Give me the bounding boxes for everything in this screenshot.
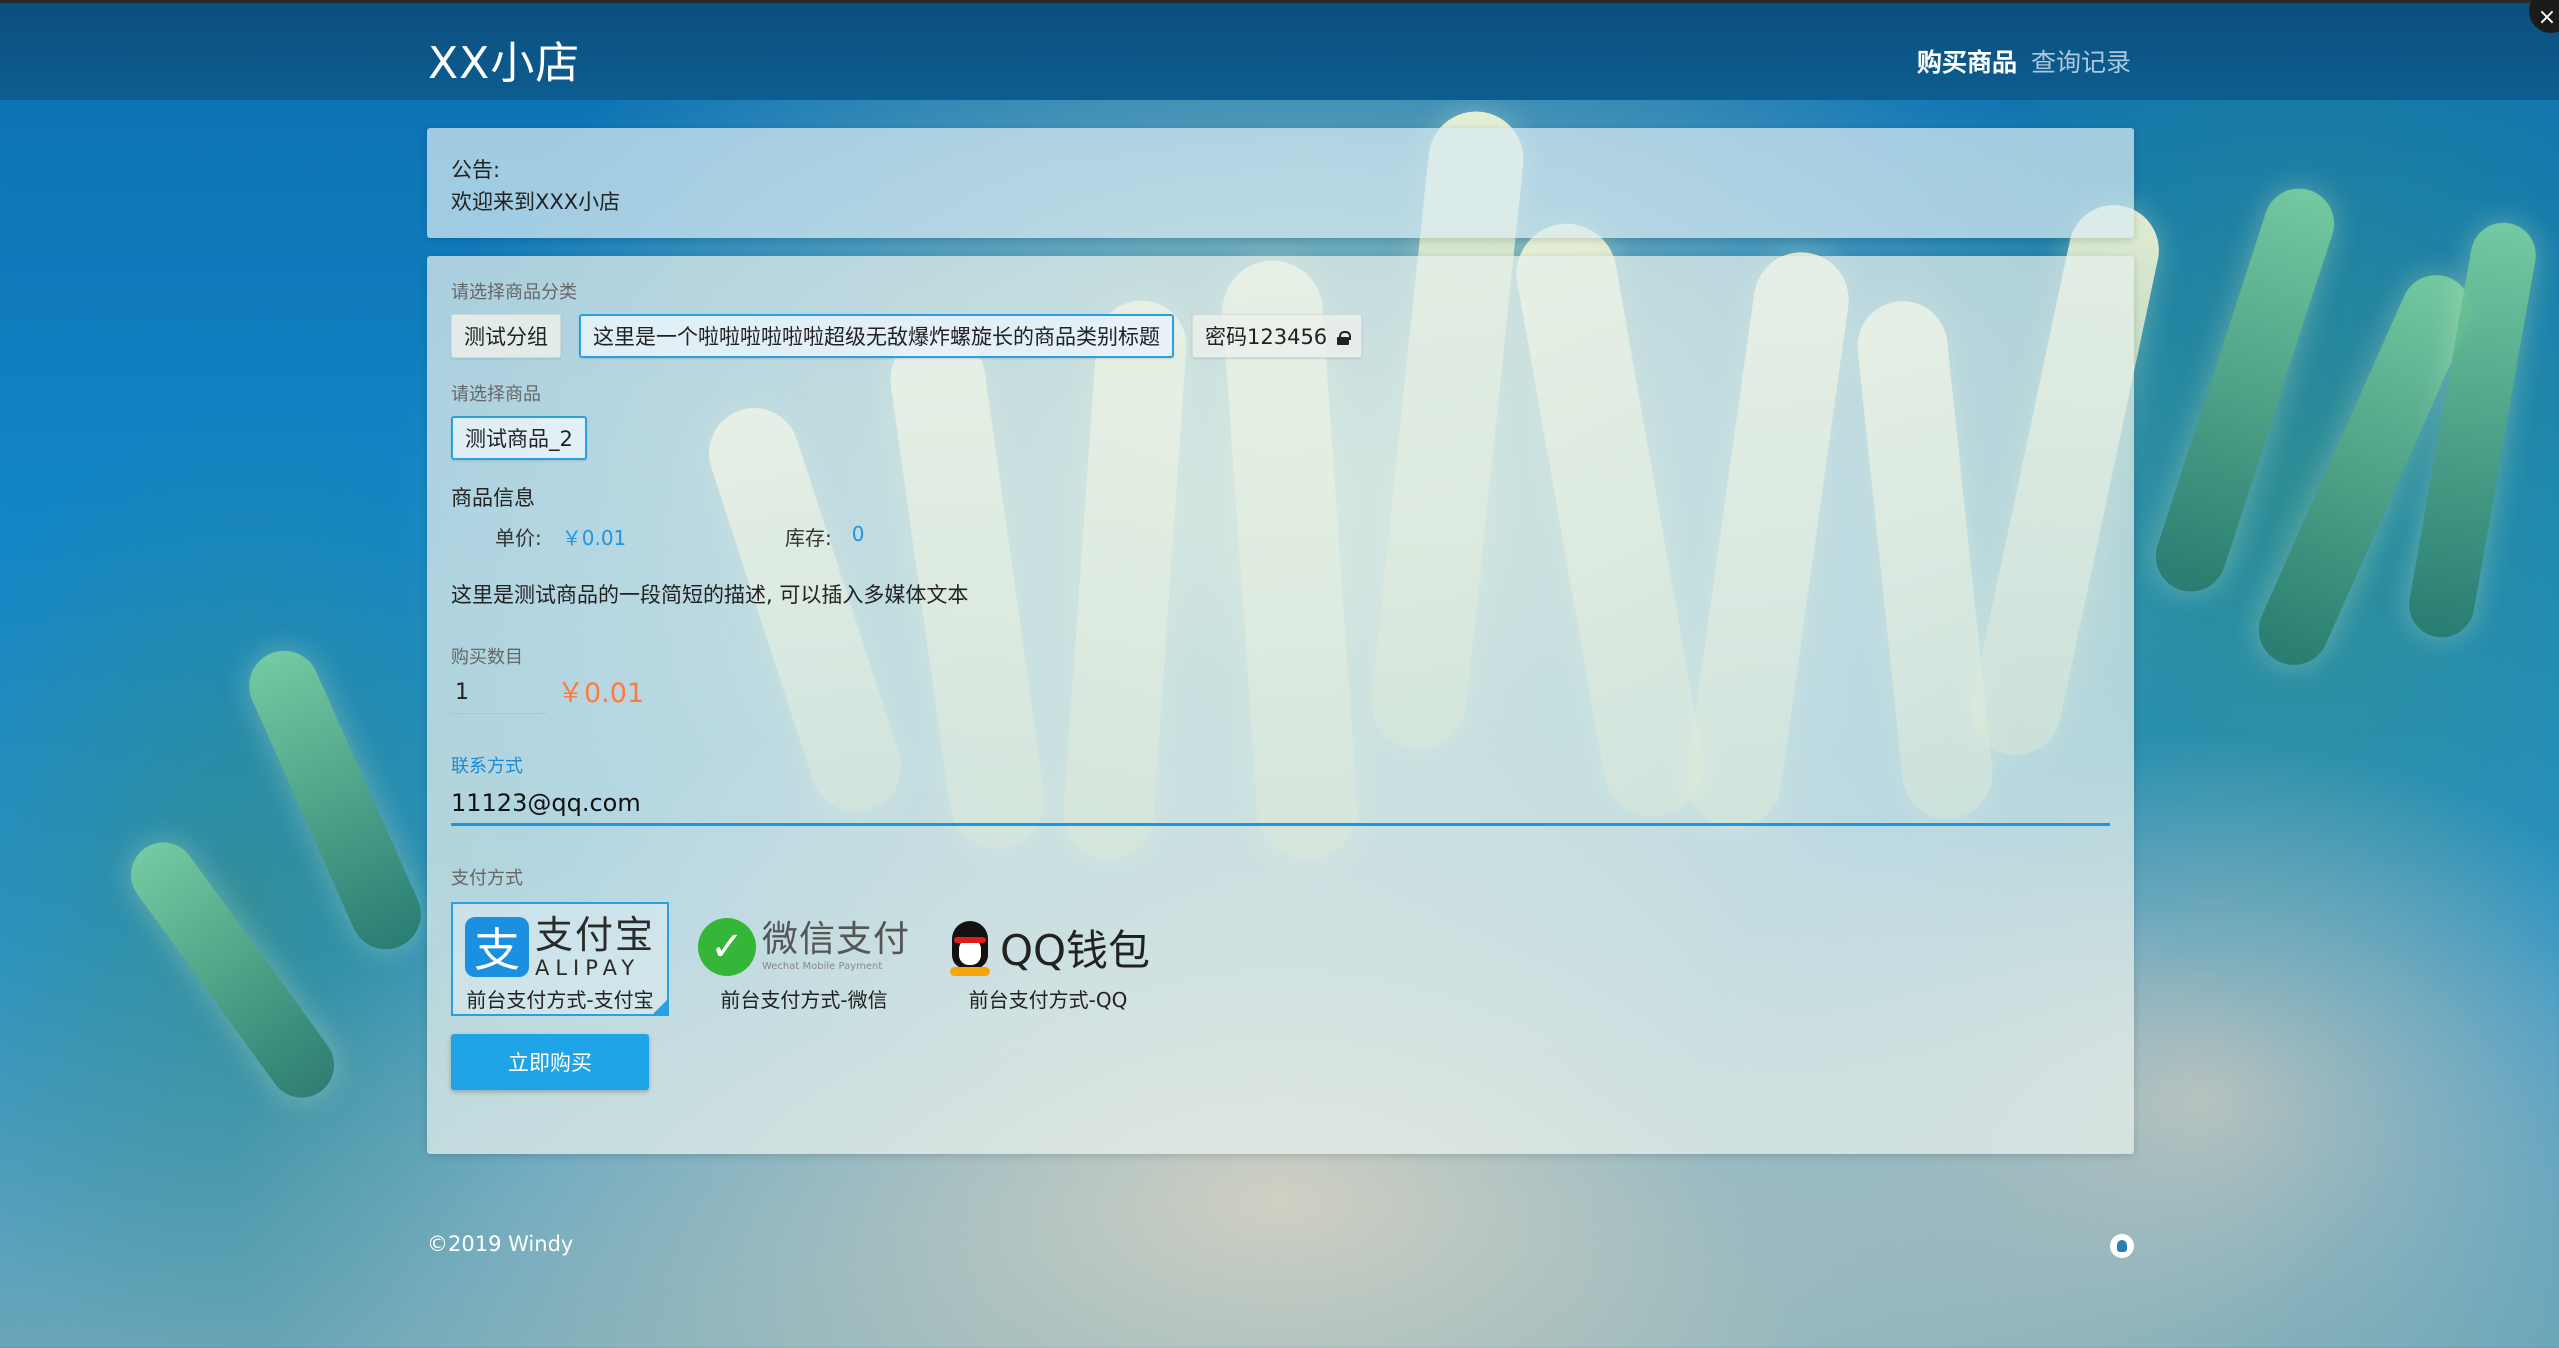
- total-price: ￥0.01: [557, 678, 645, 709]
- payment-caption: 前台支付方式-微信: [720, 988, 888, 1012]
- buy-now-button[interactable]: 立即购买: [451, 1034, 649, 1090]
- quantity-row: ￥0.01: [451, 671, 2110, 714]
- product-info-row: 单价: ￥0.01 库存: 0: [451, 522, 2110, 551]
- stock-label: 库存:: [785, 526, 832, 550]
- product-chip-label: 测试商品_2: [465, 427, 573, 451]
- contact-input[interactable]: [451, 782, 2110, 826]
- nav-query-records[interactable]: 查询记录: [2031, 43, 2131, 79]
- alipay-icon: 支: [464, 917, 529, 977]
- qq-wallet-logo: QQ钱包: [946, 914, 1150, 980]
- payment-option-wechat[interactable]: ✓ 微信支付 Wechat Mobile Payment 前台支付方式-微信: [695, 902, 913, 1016]
- nav-buy-products[interactable]: 购买商品: [1917, 43, 2017, 79]
- notice-card: 公告: 欢迎来到XXX小店: [427, 128, 2134, 238]
- category-options: 测试分组 这里是一个啦啦啦啦啦啦超级无敌爆炸螺旋长的商品类别标题 密码12345…: [451, 314, 2110, 358]
- product-chip-selected[interactable]: 测试商品_2: [451, 416, 587, 460]
- wechat-logo-text: 微信支付: [761, 919, 910, 960]
- payment-caption: 前台支付方式-支付宝: [466, 988, 654, 1012]
- payment-caption: 前台支付方式-QQ: [968, 988, 1128, 1012]
- price-label: 单价:: [495, 526, 542, 550]
- category-chip-label: 密码123456: [1205, 325, 1328, 349]
- product-label: 请选择商品: [451, 384, 541, 405]
- stock-value: 0: [851, 522, 865, 546]
- product-description: 这里是测试商品的一段简短的描述, 可以插入多媒体文本: [451, 583, 969, 607]
- category-label: 请选择商品分类: [451, 282, 577, 303]
- github-icon[interactable]: [2110, 1234, 2134, 1258]
- contact-label: 联系方式: [451, 756, 523, 777]
- product-info-title: 商品信息: [451, 486, 535, 510]
- wechat-logo: ✓ 微信支付 Wechat Mobile Payment: [697, 914, 910, 980]
- product-options: 测试商品_2: [451, 416, 2110, 460]
- category-chip[interactable]: 测试分组: [451, 314, 561, 358]
- payment-methods: 支 支付宝 ALIPAY 前台支付方式-支付宝 ✓ 微信支付 Wechat Mo…: [451, 902, 2110, 1016]
- category-chip-label: 测试分组: [464, 325, 548, 349]
- price-value: ￥0.01: [561, 526, 627, 550]
- quantity-label: 购买数目: [451, 647, 523, 668]
- wechat-logo-sub: Wechat Mobile Payment: [761, 961, 883, 972]
- category-chip-locked[interactable]: 密码123456: [1192, 314, 1363, 358]
- lock-icon: [1337, 330, 1352, 345]
- quantity-input[interactable]: [451, 672, 547, 714]
- wechat-check-icon: ✓: [697, 918, 756, 976]
- payment-option-alipay[interactable]: 支 支付宝 ALIPAY 前台支付方式-支付宝: [451, 902, 669, 1016]
- category-chip-label: 这里是一个啦啦啦啦啦啦超级无敌爆炸螺旋长的商品类别标题: [593, 325, 1160, 349]
- close-icon[interactable]: ×: [2529, 0, 2559, 33]
- payment-option-qq[interactable]: QQ钱包 前台支付方式-QQ: [939, 902, 1157, 1016]
- brand-title[interactable]: XX小店: [428, 27, 580, 91]
- payment-label: 支付方式: [451, 868, 523, 889]
- order-form-card: 请选择商品分类 测试分组 这里是一个啦啦啦啦啦啦超级无敌爆炸螺旋长的商品类别标题…: [427, 256, 2134, 1154]
- alipay-logo-sub: ALIPAY: [534, 955, 641, 980]
- notice-text: 欢迎来到XXX小店: [451, 190, 621, 214]
- top-navbar: XX小店 购买商品 查询记录 ×: [0, 0, 2559, 100]
- alipay-logo-text: 支付宝: [534, 912, 655, 957]
- nav-links: 购买商品 查询记录: [1917, 43, 2131, 79]
- notice-title: 公告:: [451, 158, 501, 182]
- footer-copyright: ©2019 Windy: [427, 1232, 574, 1256]
- category-chip-selected[interactable]: 这里是一个啦啦啦啦啦啦超级无敌爆炸螺旋长的商品类别标题: [579, 314, 1174, 358]
- qq-penguin-icon: [946, 917, 994, 977]
- alipay-logo: 支 支付宝 ALIPAY: [464, 912, 655, 980]
- qq-logo-text: QQ钱包: [999, 925, 1151, 975]
